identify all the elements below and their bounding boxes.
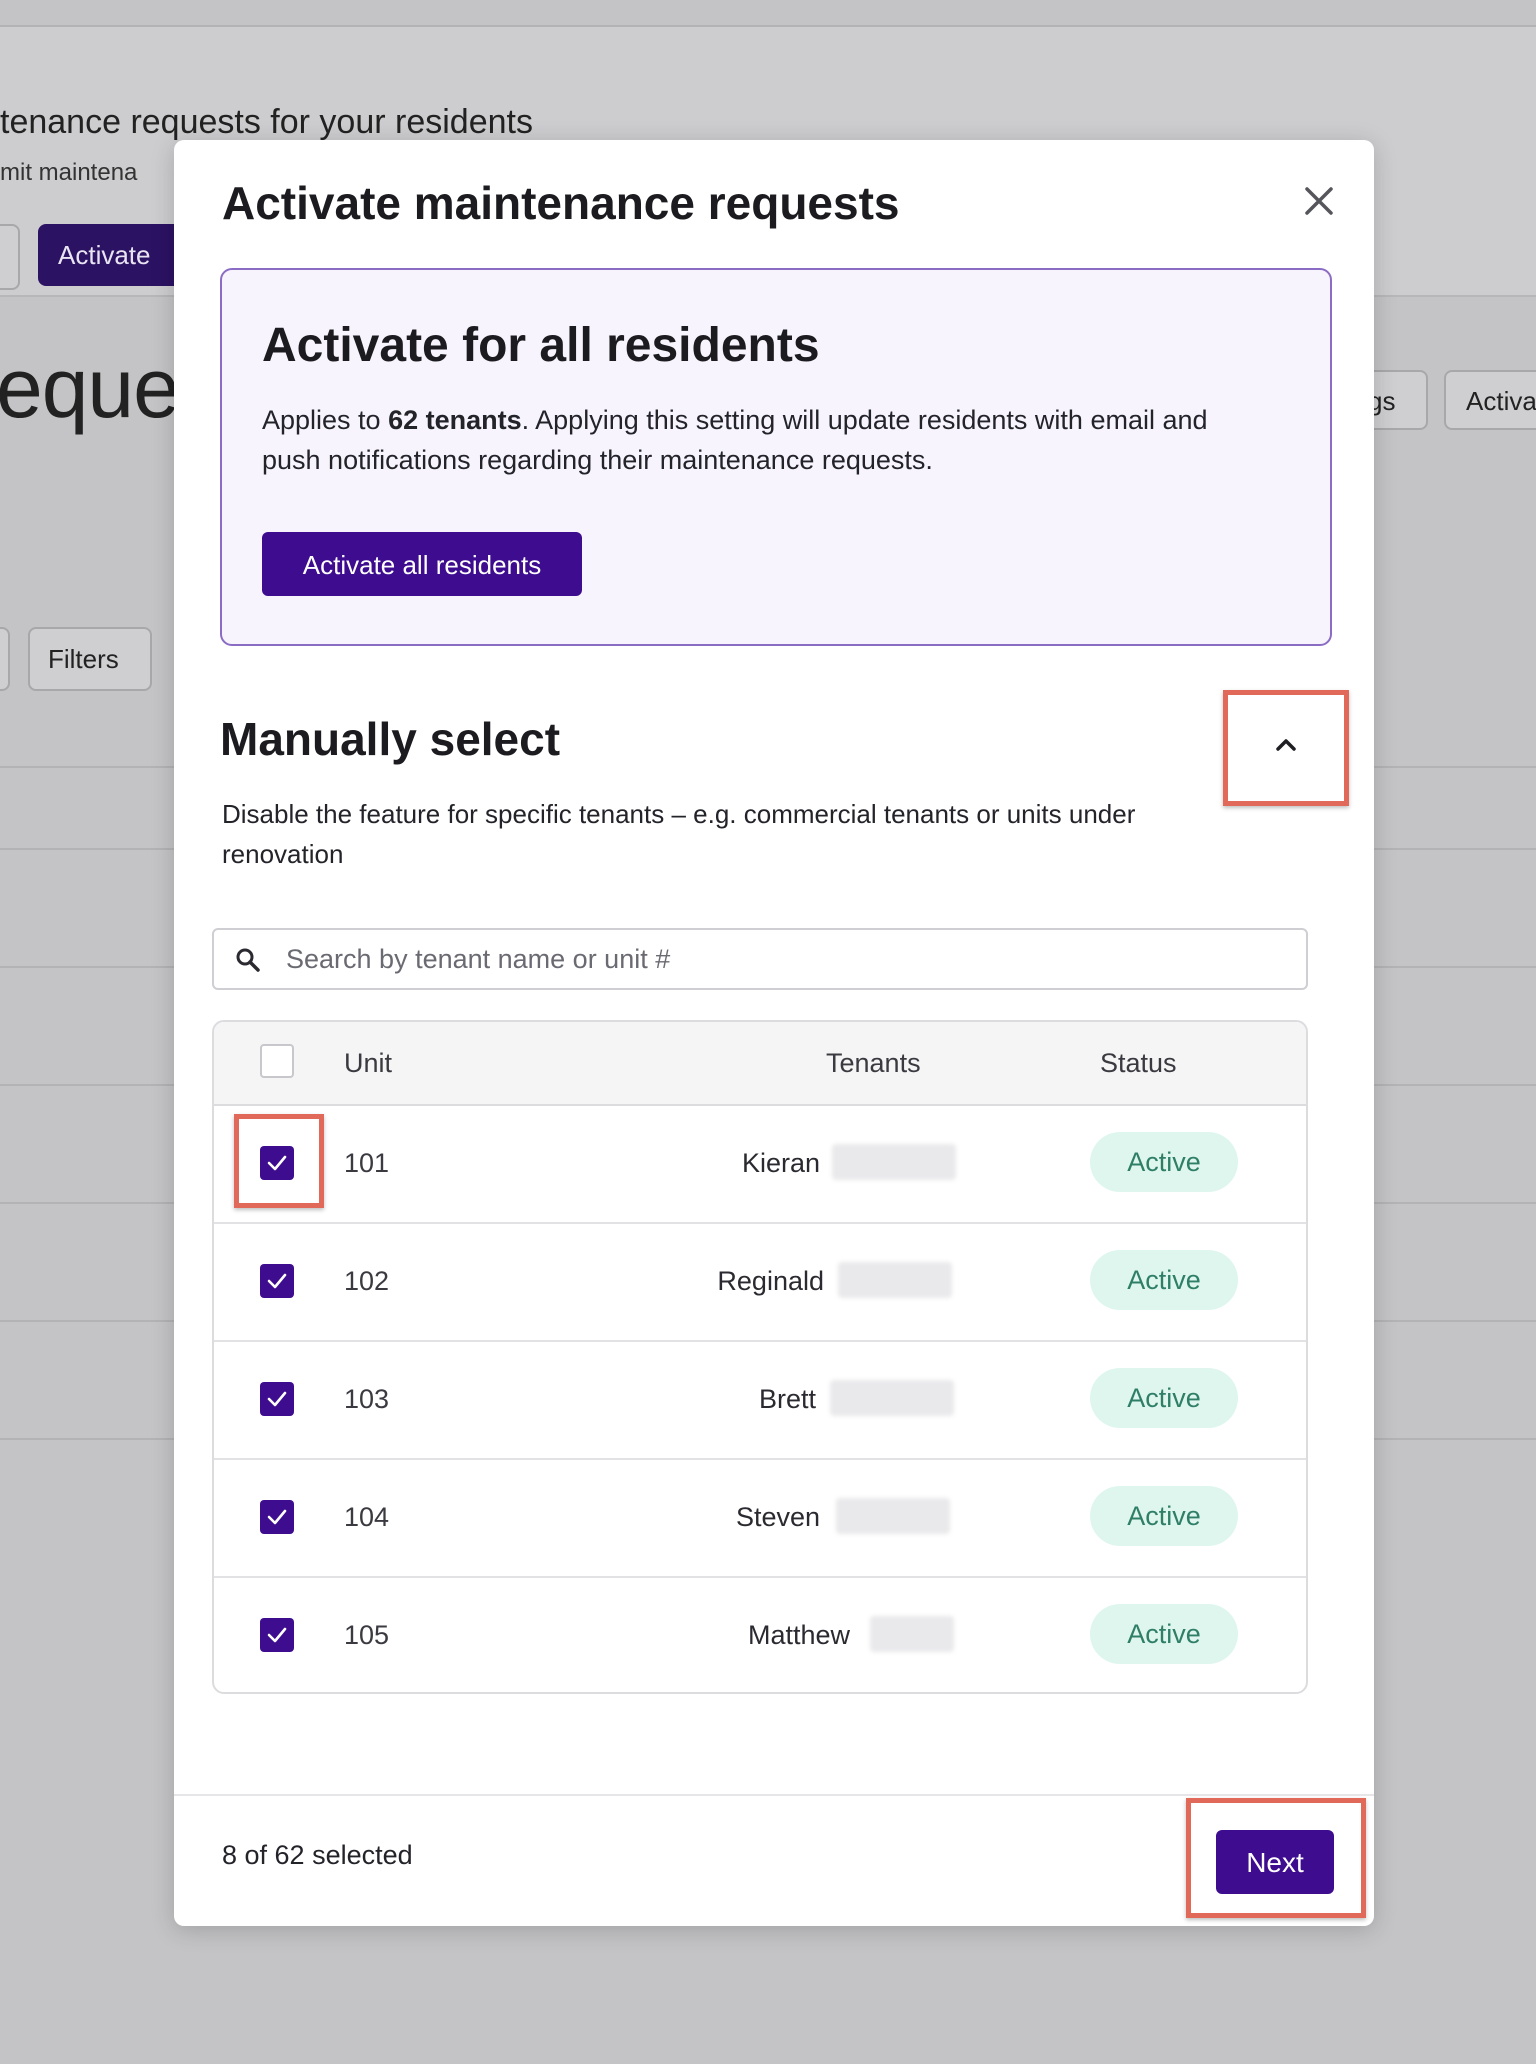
filters-button[interactable]: Filters <box>28 627 152 691</box>
manual-select-description: Disable the feature for specific tenants… <box>222 799 1136 869</box>
table-row[interactable]: 105 Matthew Active <box>214 1576 1306 1692</box>
tenant-name: Kieran <box>741 1148 820 1178</box>
description-prefix: Applies to <box>262 405 389 435</box>
banner-activate-button[interactable]: Activate <box>38 224 188 286</box>
unit-number: 105 <box>344 1620 390 1650</box>
tenant-name: Steven <box>735 1502 820 1532</box>
collapse-toggle-button[interactable] <box>1228 692 1344 796</box>
header-tenants: Tenants <box>826 1048 921 1078</box>
search-field-edge[interactable] <box>0 627 10 691</box>
banner-subtitle: mit maintena <box>0 159 138 186</box>
tenant-name: Brett <box>758 1384 816 1414</box>
modal-title: Activate maintenance requests <box>222 177 900 229</box>
tenant-name: Matthew <box>747 1620 850 1650</box>
header-status: Status <box>1100 1048 1177 1078</box>
row-checkbox[interactable] <box>260 1264 294 1298</box>
header-unit: Unit <box>344 1048 393 1078</box>
table-header: Unit Tenants Status <box>214 1022 1306 1106</box>
row-checkbox[interactable] <box>260 1146 294 1180</box>
table-row[interactable]: 101 Kieran Active <box>214 1104 1306 1224</box>
footer-divider <box>174 1794 1374 1796</box>
status-badge: Active <box>1090 1132 1238 1192</box>
table-row[interactable]: 103 Brett Active <box>214 1340 1306 1460</box>
activate-all-description: Applies to 62 tenants. Applying this set… <box>262 400 1262 480</box>
selection-count: 8 of 62 selected <box>222 1840 413 1870</box>
checkmark-icon <box>267 1155 287 1171</box>
tenant-count: 62 tenants <box>388 405 522 435</box>
banner-title: tenance requests for your residents <box>0 103 533 141</box>
unit-number: 102 <box>344 1266 390 1296</box>
redacted-surname <box>832 1144 956 1180</box>
table-row[interactable]: 102 Reginald Active <box>214 1222 1306 1342</box>
activate-all-button[interactable]: Activate all residents <box>262 532 582 596</box>
search-icon <box>236 948 260 972</box>
activate-all-card: Activate for all residents Applies to 62… <box>220 268 1332 646</box>
unit-number: 104 <box>344 1502 390 1532</box>
table-row[interactable]: 104 Steven Active <box>214 1458 1306 1578</box>
banner-secondary-button[interactable] <box>0 224 20 290</box>
redacted-surname <box>838 1262 952 1298</box>
checkmark-icon <box>267 1391 287 1407</box>
tenant-name: Reginald <box>717 1266 824 1296</box>
status-badge: Active <box>1090 1250 1238 1310</box>
status-badge: Active <box>1090 1368 1238 1428</box>
activate-modal: Activate maintenance requests Activate f… <box>174 140 1374 1926</box>
unit-number: 101 <box>344 1148 390 1178</box>
status-badge: Active <box>1090 1604 1238 1664</box>
unit-number: 103 <box>344 1384 390 1414</box>
next-button[interactable]: Next <box>1216 1830 1334 1894</box>
row-checkbox[interactable] <box>260 1500 294 1534</box>
activate-all-title: Activate for all residents <box>262 319 820 372</box>
checkmark-icon <box>267 1509 287 1525</box>
select-all-checkbox[interactable] <box>260 1044 294 1078</box>
page-title: eque <box>0 341 180 435</box>
row-checkbox[interactable] <box>260 1618 294 1652</box>
close-button[interactable] <box>1292 174 1346 228</box>
manual-select-title: Manually select <box>220 713 561 765</box>
close-icon <box>1305 187 1333 215</box>
redacted-surname <box>836 1498 950 1534</box>
search-input[interactable] <box>286 930 1286 988</box>
redacted-surname <box>830 1380 954 1416</box>
tenant-search[interactable] <box>212 928 1308 990</box>
status-badge: Active <box>1090 1486 1238 1546</box>
redacted-surname <box>870 1616 954 1652</box>
checkmark-icon <box>267 1627 287 1643</box>
checkmark-icon <box>267 1273 287 1289</box>
row-checkbox[interactable] <box>260 1382 294 1416</box>
activate-button[interactable]: Activa <box>1444 370 1536 430</box>
tenant-table: Unit Tenants Status 101 Kieran Active 10… <box>212 1020 1308 1694</box>
chevron-up-icon <box>1276 739 1296 751</box>
